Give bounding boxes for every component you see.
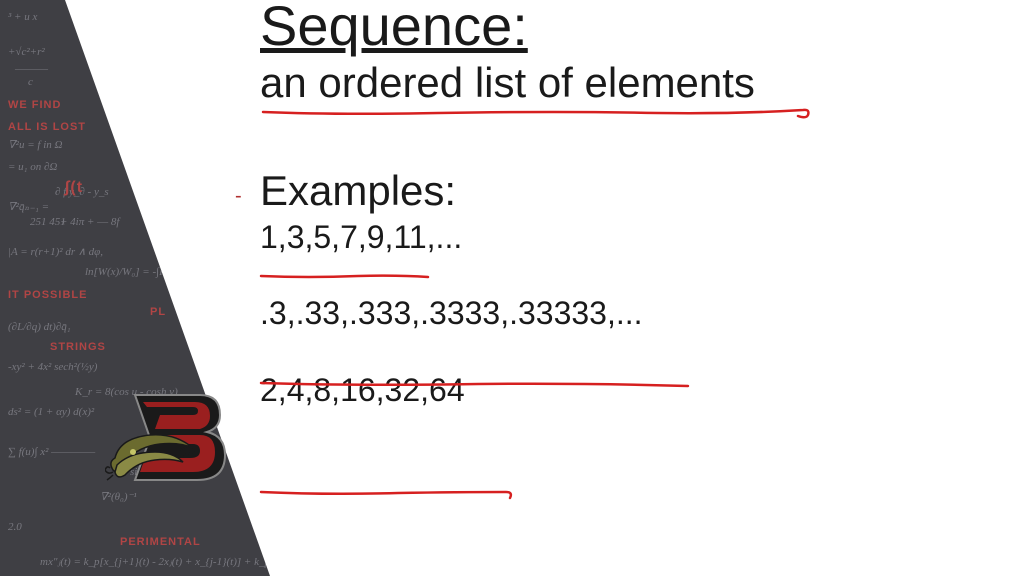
svg-text:(∂L/∂q) dt)∂q̄₁: (∂L/∂q) dt)∂q̄₁ (8, 321, 71, 333)
school-logo (105, 380, 245, 500)
slide-content: Sequence: an ordered list of elements - … (260, 0, 994, 411)
svg-text:―――: ――― (14, 63, 49, 75)
svg-text:c: c (28, 76, 33, 88)
svg-text:∫(t: ∫(t (63, 179, 83, 196)
svg-text:³ + u x: ³ + u x (8, 11, 37, 23)
svg-text:= u₁ on ∂Ω: = u₁ on ∂Ω (8, 161, 57, 173)
example-3: 2,4,8,16,32,64 (260, 370, 994, 412)
annotation-underline-example3 (258, 486, 518, 504)
svg-text:+ 4iπ + ― 8f: + 4iπ + ― 8f (60, 216, 121, 228)
examples-heading: - Examples: (260, 167, 994, 215)
svg-text:-xy² + 4x² sech²(½y): -xy² + 4x² sech²(½y) (8, 361, 98, 373)
svg-text:|A = r(r+1)² dr ∧ dφ,: |A = r(r+1)² dr ∧ dφ, (8, 246, 103, 258)
svg-text:mx″ⱼ(t) = k_p[x_{j+1}(t) - 2xⱼ: mx″ⱼ(t) = k_p[x_{j+1}(t) - 2xⱼ(t) + x_{j… (40, 556, 270, 568)
svg-text:IT POSSIBLE: IT POSSIBLE (8, 289, 87, 301)
bullet-icon: - (235, 185, 242, 208)
svg-text:∇²u = f in Ω: ∇²u = f in Ω (8, 139, 63, 151)
slide-subtitle: an ordered list of elements (260, 59, 994, 107)
example-1: 1,3,5,7,9,11,... (260, 217, 994, 259)
example-2: .3,.33,.333,.3333,.33333,... (260, 293, 994, 335)
svg-text:ds² = (1 + αy) d(x)²: ds² = (1 + αy) d(x)² (8, 406, 95, 418)
svg-text:WE FIND: WE FIND (8, 99, 61, 111)
svg-text:PERIMENTAL: PERIMENTAL (120, 536, 201, 548)
svg-text:ALL IS LOST: ALL IS LOST (8, 121, 86, 133)
svg-text:STRINGS: STRINGS (50, 341, 106, 353)
examples-label-text: Examples: (260, 167, 456, 214)
slide-title: Sequence: (260, 0, 994, 57)
svg-text:+√c²+r²: +√c²+r² (8, 46, 45, 58)
svg-text:ln[W(x)/W₀] = -∫P(: ln[W(x)/W₀] = -∫P( (85, 266, 171, 278)
svg-text:∇²q̄ₙ₋₁ =: ∇²q̄ₙ₋₁ = (8, 201, 49, 213)
svg-text:PL: PL (150, 306, 166, 318)
svg-text:2.0: 2.0 (8, 521, 22, 533)
svg-text:∑ f(u)∫ x² ――――: ∑ f(u)∫ x² ―――― (8, 446, 96, 458)
